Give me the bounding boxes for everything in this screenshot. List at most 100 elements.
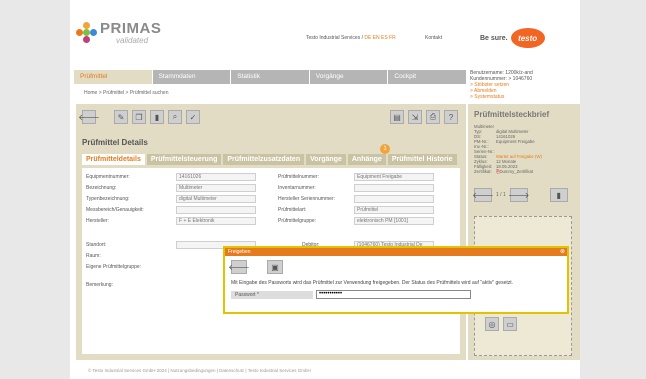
- nav-statistik[interactable]: Statistik: [231, 70, 309, 84]
- pm-number-label: Prüfmittelnummer:: [278, 174, 319, 180]
- main-nav: Prüfmittel Stammdaten Statistik Vorgänge…: [74, 70, 466, 84]
- tab-steuerung[interactable]: Prüfmittelsteuerung: [146, 154, 222, 165]
- close-icon[interactable]: ⊗: [560, 248, 565, 255]
- system-status-link[interactable]: > Systemstatus: [470, 94, 580, 100]
- tab-details[interactable]: Prüfmitteldetails: [82, 154, 145, 165]
- pm-group-select[interactable]: elektronisch PM [1001]: [354, 217, 434, 225]
- logo-dots: [76, 22, 98, 44]
- check-icon: ✓: [189, 112, 197, 122]
- user-info: Benutzername: 1200k/z-and Kundennummer: …: [470, 70, 580, 100]
- gallery-button[interactable]: ▭: [503, 317, 517, 331]
- image-actions: ◎ ▭: [485, 317, 517, 331]
- certificate-link[interactable]: Dummy_Zertifikat: [499, 169, 533, 174]
- bezeichnung-field[interactable]: Multimeter: [176, 184, 256, 192]
- edit-icon: ✎: [117, 112, 125, 122]
- dialog-toolbar: 🡐 ▣: [225, 256, 567, 278]
- password-input[interactable]: •••••••••••: [316, 290, 471, 299]
- password-row: Passwort * •••••••••••: [231, 290, 567, 299]
- breadcrumb[interactable]: Home > Prüfmittel > Prüfmittel suchen: [84, 90, 168, 96]
- dialog-save-button[interactable]: ▣: [267, 260, 283, 274]
- brand-name: PRIMAS: [100, 20, 162, 37]
- next-button[interactable]: 🡒: [508, 188, 529, 202]
- language-links[interactable]: DE EN ES FR: [364, 35, 395, 41]
- slogan: Be sure.: [480, 34, 508, 42]
- eigene-gruppe-label: Eigene Prüfmittelgruppe:: [86, 264, 142, 270]
- search-icon: ⌕: [172, 112, 178, 121]
- contact-link[interactable]: Kontakt: [425, 35, 442, 41]
- top-nav: Testo Industrial Services / DE EN ES FR: [306, 35, 396, 41]
- footer: © Testo Industrial Services GmbH 2024 | …: [88, 368, 311, 373]
- nav-vorgaenge[interactable]: Vorgänge: [309, 70, 388, 84]
- dialog-back-button[interactable]: 🡐: [228, 260, 250, 274]
- trash-icon: ▤: [393, 112, 401, 122]
- detail-tabs: Prüfmitteldetails Prüfmittelsteuerung Pr…: [82, 154, 457, 165]
- page: PRIMAS validated Testo Industrial Servic…: [70, 0, 580, 379]
- pm-group-label: Prüfmittelgruppe:: [278, 218, 317, 224]
- standort-label: Standort:: [86, 242, 107, 248]
- services-link[interactable]: Testo Industrial Services: [306, 35, 360, 41]
- export-icon: ⇲: [411, 112, 419, 122]
- dialog-title: Freigeben: [228, 249, 251, 255]
- testo-brand: Be sure. testo: [480, 28, 545, 48]
- primas-logo[interactable]: PRIMAS validated: [76, 18, 161, 58]
- profile-panel: Prüfmittelsteckbrief Multimeter Typ: digi…: [468, 104, 580, 360]
- copy-button[interactable]: ❐: [132, 110, 146, 124]
- nav-pruefmittel[interactable]: Prüfmittel: [74, 70, 152, 84]
- messbereich-label: Messbereich/Genauigkeit:: [86, 207, 144, 213]
- gallery-icon: ▭: [506, 319, 514, 329]
- traffic-light-button[interactable]: ▮: [549, 188, 568, 202]
- typ-label: Typenbezeichnung:: [86, 196, 130, 202]
- tab-historie[interactable]: Prüfmittel Historie: [387, 154, 457, 165]
- bemerkung-label: Bemerkung:: [86, 282, 113, 288]
- save-icon: ▣: [271, 262, 279, 272]
- traffic-light-icon: ▮: [154, 112, 160, 122]
- arrow-left-icon: 🡐: [472, 191, 494, 200]
- delete-button[interactable]: ▤: [390, 110, 404, 124]
- profile-row: Zertifikat: ⎘Dummy_Zertifikat: [474, 169, 534, 174]
- testo-logo: testo: [510, 28, 545, 48]
- password-label: Passwort *: [231, 290, 313, 299]
- arrow-left-icon: 🡐: [228, 263, 250, 272]
- traffic-light-icon: ▮: [556, 190, 561, 200]
- edit-button[interactable]: ✎: [114, 110, 128, 124]
- approve-button[interactable]: ✓: [186, 110, 200, 124]
- details-panel: 🡐 ✎ ❐ ▮ ⌕ ✓ ▤ ⇲ ⎙ ? Prüfmittel Details 1…: [76, 104, 466, 360]
- hersteller-label: Hersteller:: [86, 218, 109, 224]
- nav-stammdaten[interactable]: Stammdaten: [152, 70, 231, 84]
- help-button[interactable]: ?: [444, 110, 458, 124]
- tab-anhaenge[interactable]: Anhänge: [347, 154, 386, 165]
- traffic-light-button[interactable]: ▮: [150, 110, 164, 124]
- help-icon: ?: [448, 112, 454, 122]
- messbereich-field[interactable]: [176, 206, 256, 214]
- pm-type-select[interactable]: Prüfmittel: [354, 206, 434, 214]
- camera-button[interactable]: ◎: [485, 317, 499, 331]
- print-icon: ⎙: [429, 112, 437, 121]
- equipment-field[interactable]: 14161026: [176, 173, 256, 181]
- export-button[interactable]: ⇲: [408, 110, 422, 124]
- serial-label: Hersteller Seriennummer:: [278, 196, 335, 202]
- inventory-label: Inventarnummer:: [278, 185, 316, 191]
- dialog-message: Mit Eingabe des Passworts wird das Prüfm…: [231, 280, 514, 286]
- right-toolbar: ▤ ⇲ ⎙ ?: [390, 110, 458, 124]
- approve-dialog: Freigeben ⊗ 🡐 ▣ Mit Eingabe des Passwort…: [223, 246, 569, 314]
- profile-info: Multimeter Typ: digital Multimeter DS: 141…: [474, 124, 578, 174]
- typ-field[interactable]: digital Multimeter: [176, 195, 256, 203]
- hersteller-select[interactable]: F + E Elektronik: [176, 217, 256, 225]
- brand-sub: validated: [116, 36, 149, 45]
- nav-cockpit[interactable]: Cockpit: [388, 70, 466, 84]
- back-button[interactable]: 🡐: [78, 110, 100, 124]
- dialog-header: Freigeben ⊗: [225, 248, 567, 256]
- pm-number-field[interactable]: Equipment Freigabe: [354, 173, 434, 181]
- notification-badge: 1: [380, 144, 390, 154]
- search-button[interactable]: ⌕: [168, 110, 182, 124]
- print-button[interactable]: ⎙: [426, 110, 440, 124]
- bezeichnung-label: Bezeichnung:: [86, 185, 117, 191]
- tab-vorgaenge[interactable]: Vorgänge: [306, 154, 346, 165]
- prev-button[interactable]: 🡐: [472, 188, 494, 202]
- inventory-field[interactable]: [354, 184, 434, 192]
- tab-zusatzdaten[interactable]: Prüfmittelzusatzdaten: [223, 154, 305, 165]
- arrow-left-icon: 🡐: [78, 113, 100, 122]
- pager: 1 / 1: [496, 192, 506, 198]
- copy-icon: ❐: [135, 112, 143, 122]
- serial-field[interactable]: [354, 195, 434, 203]
